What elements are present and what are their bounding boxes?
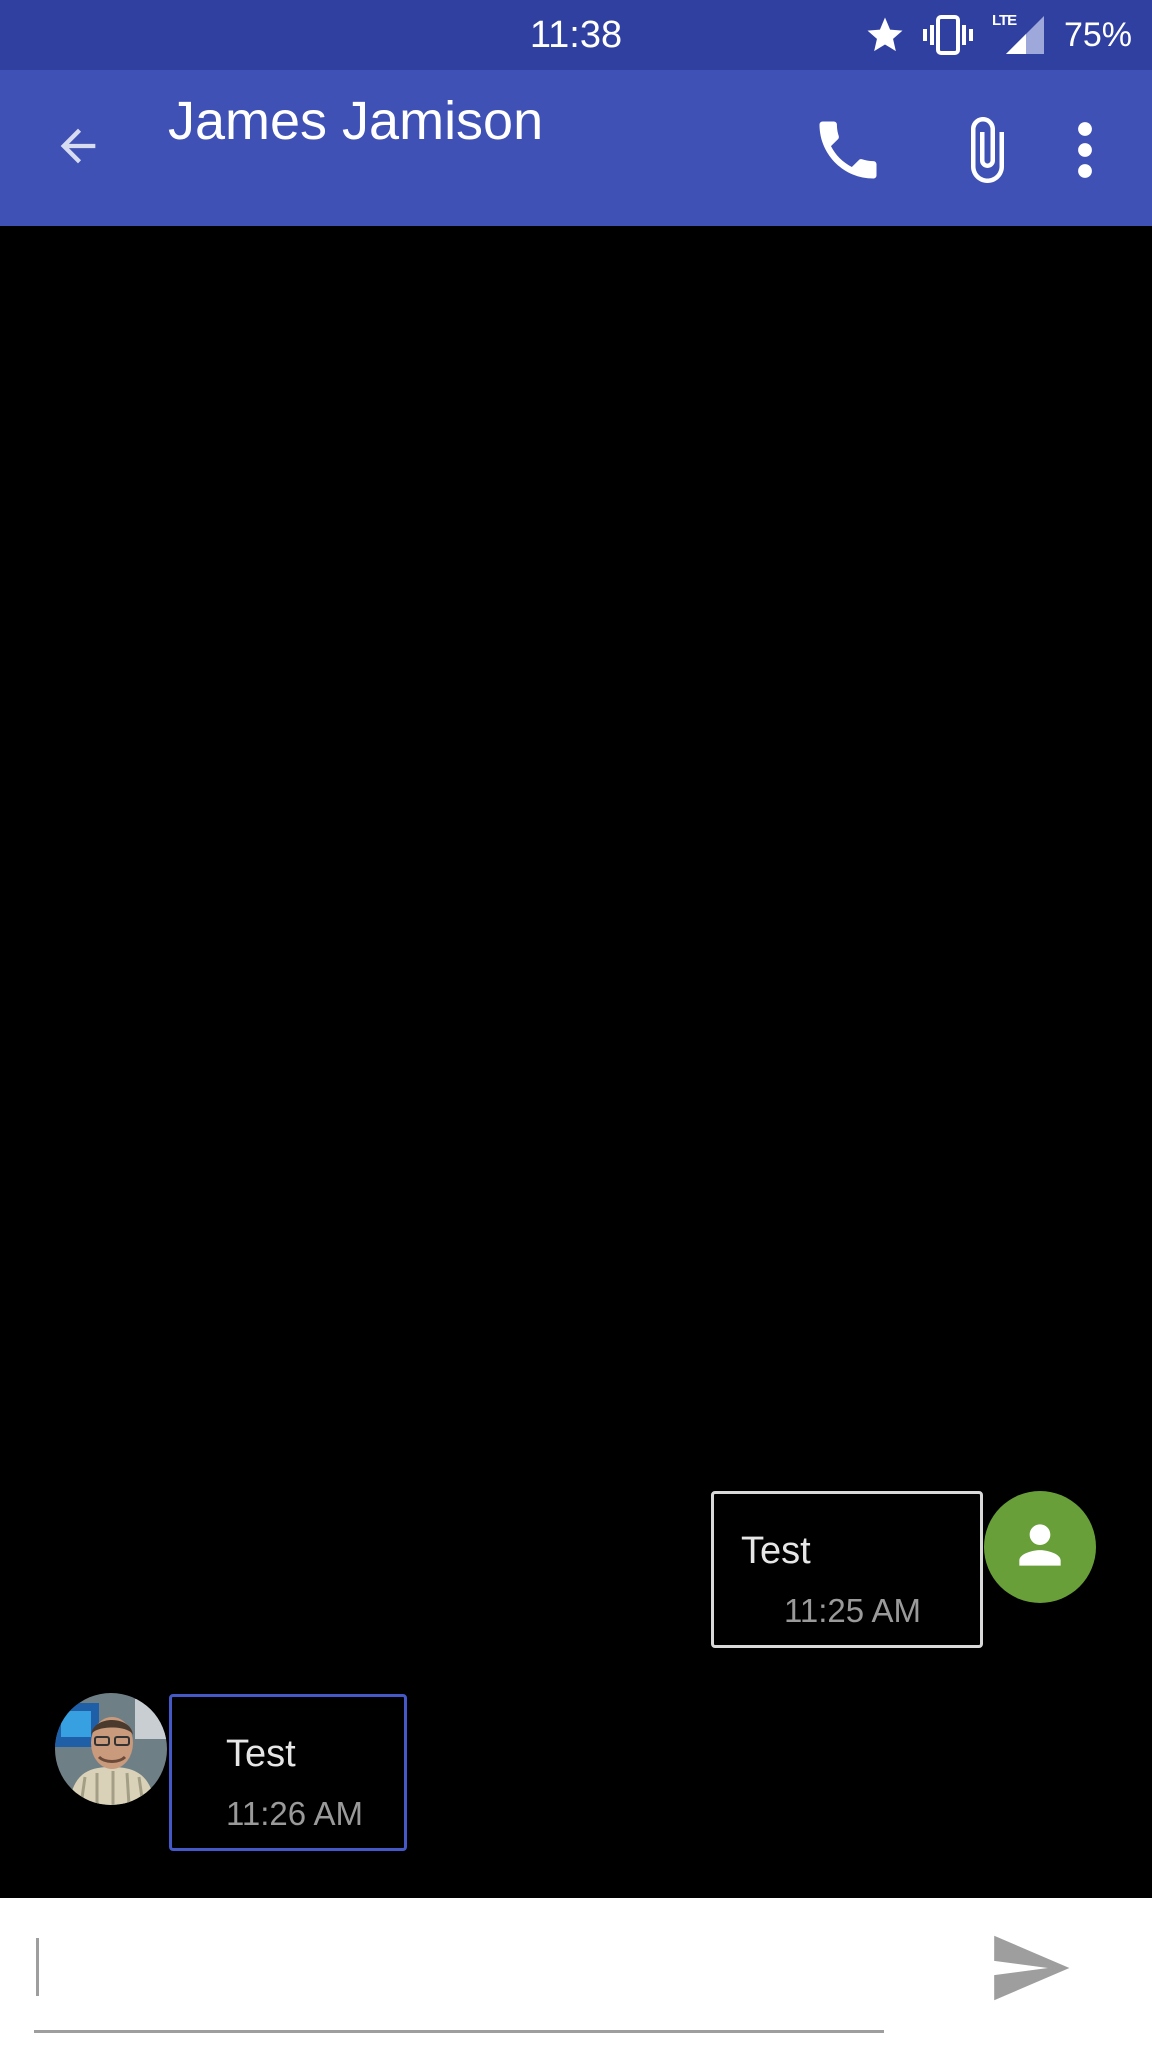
battery-percent: 75% xyxy=(1063,15,1132,54)
outgoing-message-bubble[interactable]: Test 11:25 AM xyxy=(711,1491,983,1648)
paperclip-icon xyxy=(950,114,1022,191)
message-time: 11:25 AM xyxy=(784,1592,921,1629)
phone-icon xyxy=(810,112,886,193)
lte-label: LTE xyxy=(991,12,1017,29)
compose-bar xyxy=(0,1898,1152,2048)
send-button[interactable] xyxy=(980,1920,1080,2020)
send-icon xyxy=(987,1925,1073,2016)
attach-button[interactable] xyxy=(946,110,1026,194)
contact-name: James Jamison xyxy=(168,91,544,151)
message-text: Test xyxy=(741,1530,811,1572)
call-button[interactable] xyxy=(806,110,890,194)
person-icon xyxy=(1009,1514,1071,1581)
contact-photo xyxy=(55,1693,167,1805)
message-input[interactable] xyxy=(34,1920,882,2010)
status-icons: LTE 75% xyxy=(848,12,1132,58)
back-button[interactable] xyxy=(46,116,110,180)
lte-signal-icon: LTE xyxy=(990,12,1046,56)
message-time: 11:26 AM xyxy=(226,1795,363,1832)
message-text: Test xyxy=(226,1733,296,1775)
input-underline xyxy=(34,2030,884,2033)
contact-avatar[interactable] xyxy=(55,1693,167,1805)
star-icon xyxy=(864,14,906,56)
app-bar: James Jamison xyxy=(0,70,1152,226)
text-cursor xyxy=(36,1938,39,1996)
arrow-back-icon xyxy=(52,120,104,177)
more-vert-icon xyxy=(1075,120,1095,185)
incoming-message-bubble[interactable]: Test 11:26 AM xyxy=(169,1694,407,1851)
more-options-button[interactable] xyxy=(1060,110,1110,194)
my-avatar[interactable] xyxy=(984,1491,1096,1603)
vibrate-icon xyxy=(922,14,974,56)
status-bar: 11:38 LTE 75% xyxy=(0,0,1152,70)
